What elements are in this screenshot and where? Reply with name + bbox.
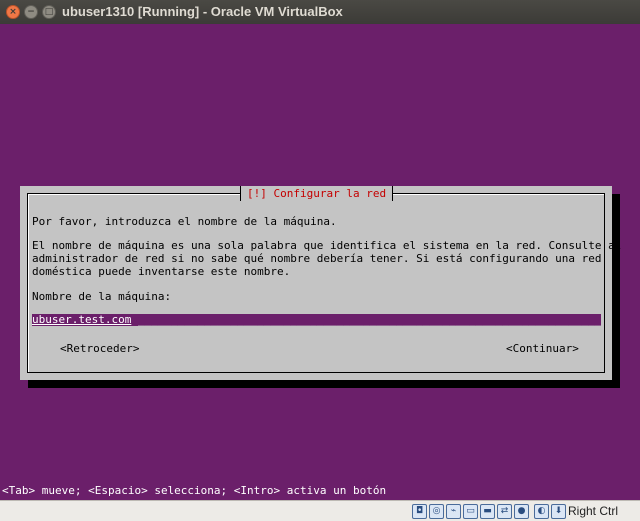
dialog-description-line-3: doméstica puede inventarse este nombre. [32, 265, 291, 278]
minimize-window-button[interactable]: − [24, 5, 38, 19]
dialog-title: [!] Configurar la red [240, 186, 394, 201]
keyboard-hint-line: <Tab> mueve; <Espacio> selecciona; <Intr… [2, 484, 387, 497]
mouse-integration-icon[interactable]: ◐ [534, 504, 549, 519]
dialog-intro-text: Por favor, introduzca el nombre de la má… [32, 215, 337, 228]
host-key-label: Right Ctrl [568, 504, 619, 518]
window-title-bar: × − □ ubuser1310 [Running] - Oracle VM V… [0, 0, 640, 24]
usb-icon[interactable]: ⌁ [446, 504, 461, 519]
maximize-window-button[interactable]: □ [42, 5, 56, 19]
input-underscore-fill: ________________________________________… [137, 314, 601, 326]
back-button[interactable]: <Retroceder> [60, 342, 139, 355]
dialog-description-line-1: El nombre de máquina es una sola palabra… [32, 239, 622, 252]
hostname-input[interactable]: ubuser.test.com ________________________… [32, 314, 601, 326]
shared-folders-icon[interactable]: ▭ [463, 504, 478, 519]
display-icon[interactable]: ▬ [480, 504, 495, 519]
window-title: ubuser1310 [Running] - Oracle VM Virtual… [62, 4, 343, 19]
host-key-arrow-icon: ⬇ [551, 504, 566, 519]
close-window-button[interactable]: × [6, 5, 20, 19]
hostname-field-label: Nombre de la máquina: [32, 290, 172, 303]
optical-drive-icon[interactable]: ◎ [429, 504, 444, 519]
hostname-input-value: ubuser.test.com [32, 314, 132, 326]
dialog-description-line-2: administrador de red si no sabe qué nomb… [32, 252, 602, 265]
vm-status-bar: ◘ ◎ ⌁ ▭ ▬ ⇄ ● ◐ ⬇ Right Ctrl [0, 500, 640, 521]
hard-disk-icon[interactable]: ◘ [412, 504, 427, 519]
vm-console-screen[interactable]: [!] Configurar la red Por favor, introdu… [0, 24, 640, 500]
continue-button[interactable]: <Continuar> [506, 342, 579, 355]
configure-network-dialog: [!] Configurar la red Por favor, introdu… [20, 186, 621, 380]
video-capture-icon[interactable]: ● [514, 504, 529, 519]
network-icon[interactable]: ⇄ [497, 504, 512, 519]
